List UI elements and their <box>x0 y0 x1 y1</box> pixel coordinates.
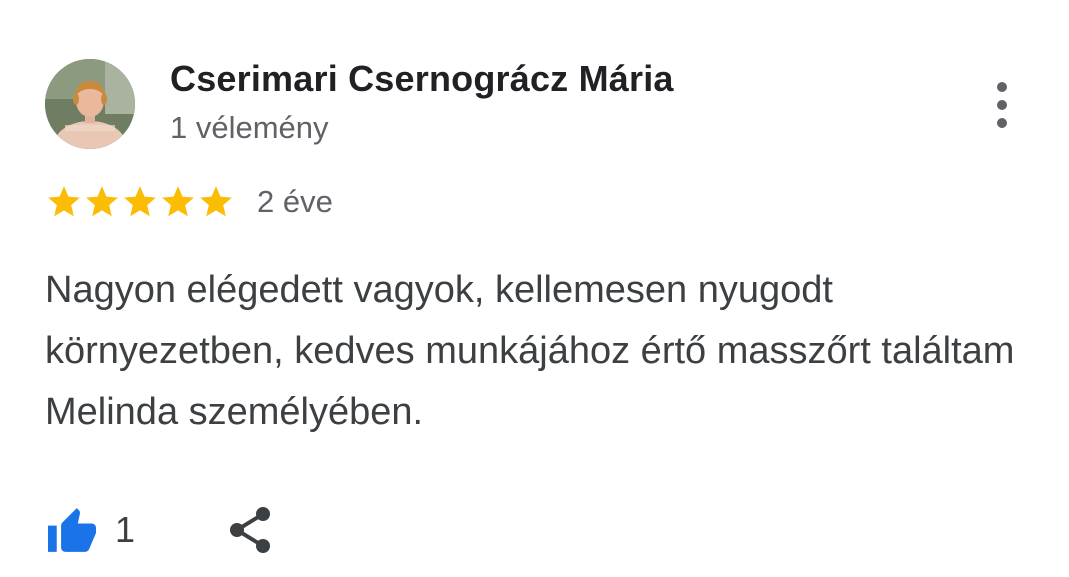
reviewer-review-count[interactable]: 1 vélemény <box>170 110 329 146</box>
share-icon <box>230 507 271 553</box>
reviewer-name[interactable]: Cserimari Csernográcz Mária <box>170 58 674 100</box>
star-icon <box>124 186 156 217</box>
review-actions: 1 <box>45 500 273 560</box>
thumb-up-icon <box>48 508 96 552</box>
more-vert-icon-dot-3 <box>997 118 1007 128</box>
more-vert-icon <box>997 82 1007 92</box>
review-date: 2 éve <box>257 184 333 219</box>
review-card: Cserimari Csernográcz Mária 1 vélemény 2… <box>0 0 1069 577</box>
more-vert-icon-dot-2 <box>997 100 1007 110</box>
star-rating <box>45 183 235 221</box>
avatar-photo <box>45 59 135 149</box>
star-icon <box>200 186 232 217</box>
avatar[interactable] <box>45 59 135 149</box>
review-text: Nagyon elégedett vagyok, kellemesen nyug… <box>45 269 1015 433</box>
more-options-button[interactable] <box>980 78 1024 132</box>
share-button[interactable] <box>227 505 273 555</box>
star-icon <box>86 186 118 217</box>
like-count: 1 <box>115 509 136 550</box>
star-icon <box>162 186 194 217</box>
rating-row: 2 éve <box>45 180 333 224</box>
star-icon <box>48 186 80 217</box>
like-button[interactable]: 1 <box>45 506 135 554</box>
